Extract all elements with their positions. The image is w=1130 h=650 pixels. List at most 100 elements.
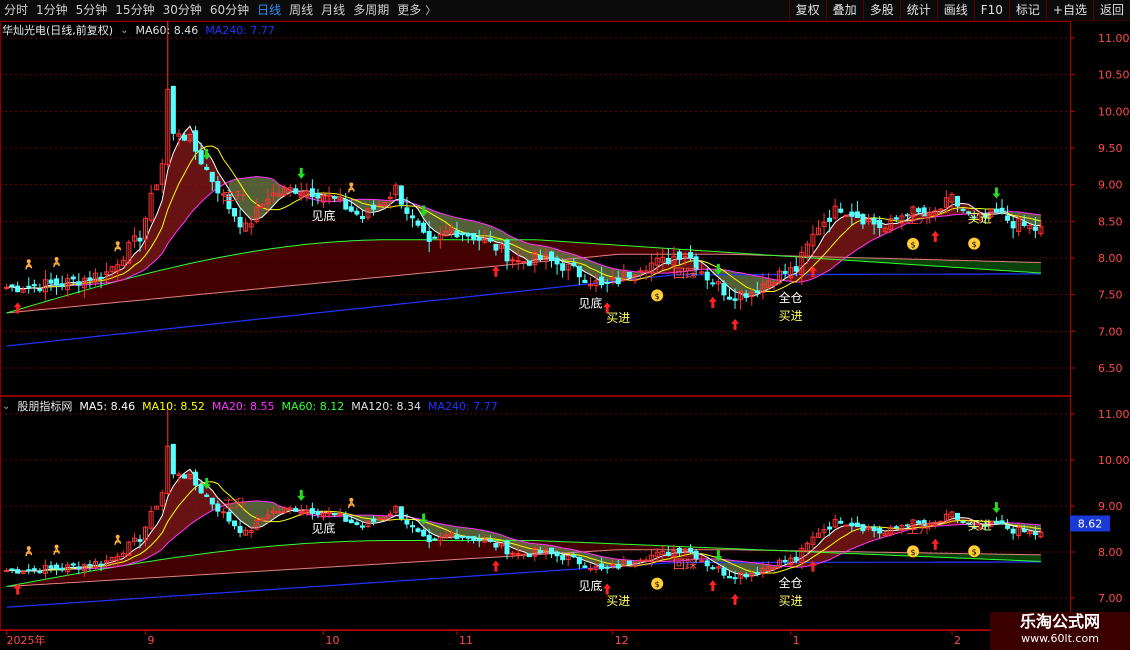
candle-body	[638, 270, 644, 273]
candle-body	[37, 571, 43, 574]
candle-body	[993, 520, 999, 524]
stock-title: 华灿光电(日线,前复权)	[2, 24, 114, 37]
chevron-right-icon[interactable]: 〉	[425, 2, 436, 18]
dropdown-icon[interactable]: ⌄	[2, 401, 10, 412]
money-bag-icon: $	[655, 292, 660, 301]
x-tick-label: 9	[148, 634, 155, 647]
watermark-url: www.60lt.com	[1021, 632, 1099, 645]
candle-body	[537, 255, 543, 260]
candle-body	[743, 573, 749, 578]
candle-body	[827, 526, 833, 530]
candle-body	[893, 217, 899, 220]
candle-body	[626, 271, 632, 278]
candle-body	[204, 494, 210, 497]
candle-body	[4, 286, 9, 289]
candle-body	[1010, 528, 1016, 534]
candle-body	[793, 556, 799, 561]
candle-body	[615, 277, 621, 285]
candle-body	[993, 208, 999, 213]
sub-indicator-ma60: MA60: 8.12	[281, 399, 345, 413]
candle-body	[854, 522, 860, 528]
candle-body	[193, 130, 199, 152]
candle-body	[326, 512, 332, 515]
period-tab-3[interactable]: 15分钟	[111, 0, 158, 20]
toolbar-button-0[interactable]: 复权	[788, 0, 826, 20]
candle-body	[754, 290, 760, 293]
y-tick-label: 9.00	[1098, 179, 1123, 192]
toolbar-button-3[interactable]: 统计	[899, 0, 937, 20]
candle-body	[354, 210, 360, 215]
candle-body	[643, 559, 649, 562]
period-tab-0[interactable]: 分时	[0, 0, 32, 20]
candle-body	[704, 560, 710, 567]
candle-body	[782, 270, 788, 274]
period-tab-6[interactable]: 日线	[253, 0, 285, 20]
candle-body	[54, 278, 60, 286]
toolbar-button-8[interactable]: 返回	[1092, 0, 1130, 20]
candle-body	[576, 266, 582, 278]
candle-body	[1032, 226, 1038, 231]
candle-body	[232, 208, 238, 217]
period-tab-5[interactable]: 60分钟	[206, 0, 253, 20]
candle-body	[1032, 532, 1038, 536]
period-tab-7[interactable]: 周线	[285, 0, 317, 20]
candle-body	[59, 567, 65, 571]
candle-body	[137, 539, 143, 542]
period-tab-1[interactable]: 1分钟	[32, 0, 72, 20]
candle-body	[793, 266, 799, 272]
candle-body	[571, 554, 577, 558]
y-tick-label: 10.50	[1098, 69, 1130, 82]
candle-body	[1021, 221, 1027, 227]
candle-body	[726, 576, 732, 579]
money-bag-icon: $	[972, 240, 977, 249]
sub-indicator-ma10: MA10: 8.52	[142, 399, 205, 413]
candle-body	[76, 566, 82, 570]
candle-body	[510, 552, 516, 555]
candle-body	[721, 567, 727, 576]
annotation-quancang: 全仓	[779, 290, 803, 305]
candle-body	[732, 298, 738, 301]
candle-body	[843, 524, 849, 527]
period-tab-2[interactable]: 5分钟	[72, 0, 112, 20]
toolbar-button-2[interactable]: 多股	[862, 0, 900, 20]
sub-chart-header: ⌄ 股朋指标网 MA5: 8.46 MA10: 8.52 MA20: 8.55 …	[2, 398, 498, 414]
candle-body	[98, 276, 104, 280]
period-tab-10[interactable]: 更多	[393, 0, 425, 20]
toolbar-button-4[interactable]: 画线	[936, 0, 974, 20]
candle-body	[315, 510, 321, 515]
toolbar-button-7[interactable]: +自选	[1045, 0, 1093, 20]
dropdown-icon[interactable]: ⌄	[120, 25, 128, 36]
runner-icon	[54, 256, 59, 261]
runner-icon	[349, 497, 354, 502]
toolbar-button-5[interactable]: F10	[973, 0, 1009, 20]
x-axis: 2025年 9 10 11 12 1 2	[0, 630, 1130, 650]
y-tick-label: 6.50	[1098, 362, 1123, 375]
candle-body	[493, 243, 499, 251]
period-toolbar: 分时 1分钟 5分钟 15分钟 30分钟 60分钟 日线 周线 月线 多周期 更多 〉 复权 叠加 多股…	[0, 0, 1130, 21]
toolbar-button-1[interactable]: 叠加	[825, 0, 863, 20]
money-bag-icon: $	[910, 240, 915, 249]
y-tick-label: 9.50	[1098, 142, 1123, 155]
period-tab-9[interactable]: 多周期	[349, 0, 393, 20]
candle-body	[87, 564, 93, 567]
runner-icon	[26, 259, 31, 264]
candle-body	[638, 559, 644, 562]
period-tabs: 分时 1分钟 5分钟 15分钟 30分钟 60分钟 日线 周线 月线 多周期 更多	[0, 0, 425, 20]
toolbar-button-6[interactable]: 标记	[1008, 0, 1046, 20]
candle-body	[838, 208, 844, 213]
period-tab-8[interactable]: 月线	[317, 0, 349, 20]
candle-body	[376, 518, 382, 521]
sub-chart[interactable]: 11.0010.009.008.007.00$$ $主升见底见底买进全仓买进回踩主…	[0, 396, 1130, 630]
candle-body	[688, 548, 694, 553]
candle-body	[549, 251, 555, 262]
candle-body	[476, 237, 482, 241]
annotation-mairu: 买进	[779, 594, 803, 608]
candle-body	[877, 527, 883, 534]
candle-body	[359, 525, 365, 528]
period-tab-4[interactable]: 30分钟	[159, 0, 206, 20]
main-chart[interactable]: 11.00 10.50 10.00 9.50 9.00 8.50 8.00 7.50 7.00 6…	[0, 21, 1130, 396]
candle-body	[504, 540, 510, 555]
candle-body	[471, 536, 477, 542]
annotation-huicai: 回踩	[673, 266, 697, 280]
x-tick-label: 12	[615, 634, 629, 647]
